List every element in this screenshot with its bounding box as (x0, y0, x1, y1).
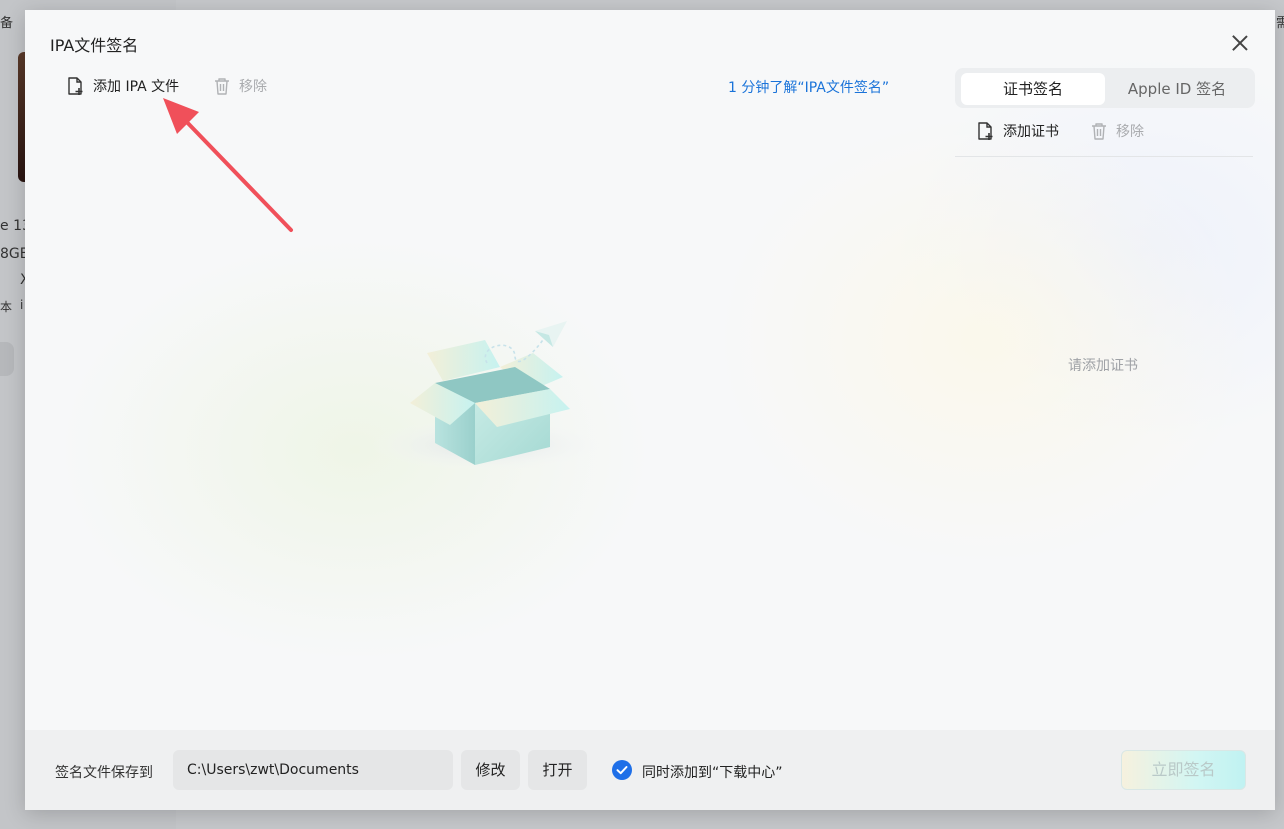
background-text: 需 (1276, 16, 1284, 31)
background-text: 备 (0, 16, 14, 31)
sign-now-button[interactable]: 立即签名 (1121, 750, 1246, 790)
background-text: 本 (0, 300, 13, 314)
add-to-download-label: 同时添加到“下载中心” (642, 765, 783, 781)
panel-divider (955, 156, 1253, 157)
remove-cert-button[interactable]: 移除 (1090, 121, 1144, 141)
trash-icon (1092, 123, 1106, 140)
sign-mode-tabs: 证书签名 Apple ID 签名 (955, 68, 1255, 108)
annotation-arrow (163, 98, 293, 232)
save-path-field[interactable]: C:\Users\zwt\Documents (173, 750, 453, 790)
footer-bar: 签名文件保存到 C:\Users\zwt\Documents 修改 打开 同时添… (25, 730, 1275, 810)
check-icon (616, 766, 628, 775)
close-button[interactable] (1229, 32, 1251, 54)
dialog-title: IPA文件签名 (50, 36, 139, 55)
cert-empty-hint: 请添加证书 (1068, 358, 1138, 374)
empty-box-illustration (370, 321, 600, 471)
help-link[interactable]: 1 分钟了解“IPA文件签名” (728, 77, 889, 97)
save-location-label: 签名文件保存到 (55, 765, 153, 781)
modify-button[interactable]: 修改 (461, 750, 520, 790)
ipa-sign-dialog: IPA文件签名 添加 IPA 文件 移除 1 分钟了解“IPA文件签名” 证书签… (25, 10, 1275, 810)
tab-apple-id-sign[interactable]: Apple ID 签名 (1105, 73, 1249, 105)
background-text: i (20, 298, 24, 312)
background-pill (0, 342, 14, 376)
tab-cert-sign[interactable]: 证书签名 (961, 73, 1105, 105)
open-button[interactable]: 打开 (528, 750, 587, 790)
add-cert-label: 添加证书 (1003, 124, 1059, 140)
add-file-icon (978, 122, 993, 140)
add-cert-button[interactable]: 添加证书 (975, 121, 1059, 141)
remove-cert-label: 移除 (1116, 124, 1144, 140)
add-to-download-checkbox[interactable] (612, 760, 632, 780)
add-file-icon (68, 77, 83, 95)
